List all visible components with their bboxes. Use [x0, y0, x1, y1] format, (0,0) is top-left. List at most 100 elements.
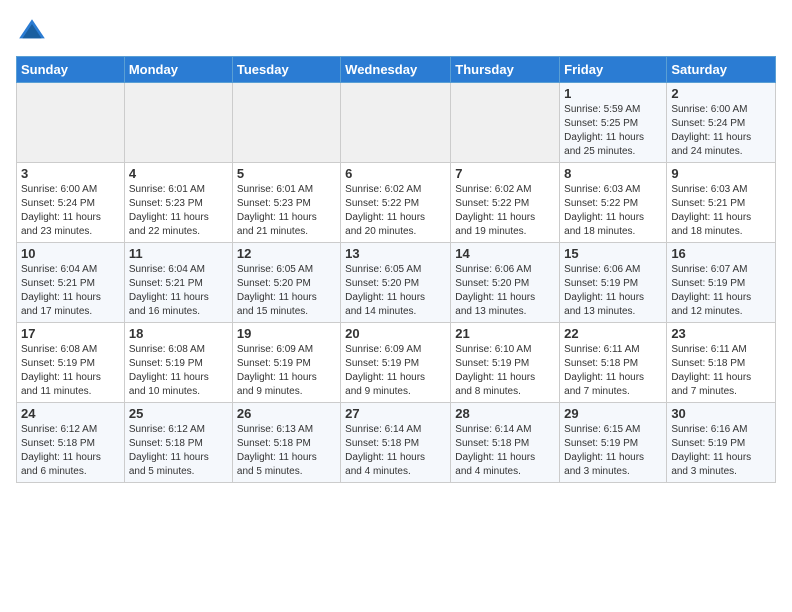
day-number: 3	[21, 166, 120, 181]
calendar-cell: 18 Sunrise: 6:08 AM Sunset: 5:19 PM Dayli…	[124, 323, 232, 403]
day-number: 23	[671, 326, 771, 341]
day-number: 10	[21, 246, 120, 261]
calendar-cell: 15 Sunrise: 6:06 AM Sunset: 5:19 PM Dayli…	[560, 243, 667, 323]
day-number: 2	[671, 86, 771, 101]
day-number: 27	[345, 406, 446, 421]
calendar-week-1: 1Sunrise: 5:59 AM Sunset: 5:25 PM Daylig…	[17, 83, 776, 163]
day-number: 21	[455, 326, 555, 341]
calendar-cell: 12 Sunrise: 6:05 AM Sunset: 5:20 PM Dayli…	[232, 243, 340, 323]
day-number: 24	[21, 406, 120, 421]
day-number: 11	[129, 246, 228, 261]
calendar-cell: 2 Sunrise: 6:00 AM Sunset: 5:24 PM Daylig…	[667, 83, 776, 163]
day-info: Sunrise: 6:02 AM Sunset: 5:22 PM Dayligh…	[455, 183, 555, 239]
calendar-cell: 17Sunrise: 6:08 AM Sunset: 5:19 PM Dayli…	[17, 323, 125, 403]
calendar-cell: 24Sunrise: 6:12 AM Sunset: 5:18 PM Dayli…	[17, 403, 125, 483]
day-number: 5	[237, 166, 336, 181]
calendar-cell: 23 Sunrise: 6:11 AM Sunset: 5:18 PM Dayli…	[667, 323, 776, 403]
calendar-cell	[17, 83, 125, 163]
day-info: Sunrise: 6:13 AM Sunset: 5:18 PM Dayligh…	[237, 423, 336, 479]
day-info: Sunrise: 6:15 AM Sunset: 5:19 PM Dayligh…	[564, 423, 662, 479]
calendar-cell: 6 Sunrise: 6:02 AM Sunset: 5:22 PM Daylig…	[341, 163, 451, 243]
day-number: 9	[671, 166, 771, 181]
day-info: Sunrise: 6:05 AM Sunset: 5:20 PM Dayligh…	[237, 263, 336, 319]
day-info: Sunrise: 6:08 AM Sunset: 5:19 PM Dayligh…	[129, 343, 228, 399]
day-info: Sunrise: 6:02 AM Sunset: 5:22 PM Dayligh…	[345, 183, 446, 239]
calendar-cell: 16 Sunrise: 6:07 AM Sunset: 5:19 PM Dayli…	[667, 243, 776, 323]
day-number: 18	[129, 326, 228, 341]
calendar-cell: 22 Sunrise: 6:11 AM Sunset: 5:18 PM Dayli…	[560, 323, 667, 403]
day-info: Sunrise: 6:00 AM Sunset: 5:24 PM Dayligh…	[671, 103, 771, 159]
day-number: 30	[671, 406, 771, 421]
header-saturday: Saturday	[667, 57, 776, 83]
day-number: 15	[564, 246, 662, 261]
day-number: 20	[345, 326, 446, 341]
day-number: 1	[564, 86, 662, 101]
logo-icon	[16, 16, 48, 48]
day-number: 29	[564, 406, 662, 421]
day-info: Sunrise: 6:11 AM Sunset: 5:18 PM Dayligh…	[671, 343, 771, 399]
day-info: Sunrise: 6:11 AM Sunset: 5:18 PM Dayligh…	[564, 343, 662, 399]
day-info: Sunrise: 6:04 AM Sunset: 5:21 PM Dayligh…	[21, 263, 120, 319]
page-header	[16, 16, 776, 48]
calendar-cell: 29 Sunrise: 6:15 AM Sunset: 5:19 PM Dayli…	[560, 403, 667, 483]
day-number: 8	[564, 166, 662, 181]
day-number: 19	[237, 326, 336, 341]
logo	[16, 16, 52, 48]
calendar-cell: 26Sunrise: 6:13 AM Sunset: 5:18 PM Dayli…	[232, 403, 340, 483]
calendar-cell: 30Sunrise: 6:16 AM Sunset: 5:19 PM Dayli…	[667, 403, 776, 483]
calendar-week-2: 3 Sunrise: 6:00 AM Sunset: 5:24 PM Daylig…	[17, 163, 776, 243]
calendar-cell: 8 Sunrise: 6:03 AM Sunset: 5:22 PM Daylig…	[560, 163, 667, 243]
header-monday: Monday	[124, 57, 232, 83]
day-number: 4	[129, 166, 228, 181]
day-info: Sunrise: 6:09 AM Sunset: 5:19 PM Dayligh…	[345, 343, 446, 399]
calendar-week-3: 10 Sunrise: 6:04 AM Sunset: 5:21 PM Dayli…	[17, 243, 776, 323]
day-info: Sunrise: 6:05 AM Sunset: 5:20 PM Dayligh…	[345, 263, 446, 319]
calendar-cell: 20 Sunrise: 6:09 AM Sunset: 5:19 PM Dayli…	[341, 323, 451, 403]
calendar-table: SundayMondayTuesdayWednesdayThursdayFrid…	[16, 56, 776, 483]
day-number: 17	[21, 326, 120, 341]
calendar-cell: 21 Sunrise: 6:10 AM Sunset: 5:19 PM Dayli…	[451, 323, 560, 403]
calendar-header-row: SundayMondayTuesdayWednesdayThursdayFrid…	[17, 57, 776, 83]
day-number: 14	[455, 246, 555, 261]
day-info: Sunrise: 6:14 AM Sunset: 5:18 PM Dayligh…	[455, 423, 555, 479]
calendar-cell: 10 Sunrise: 6:04 AM Sunset: 5:21 PM Dayli…	[17, 243, 125, 323]
day-number: 6	[345, 166, 446, 181]
day-info: Sunrise: 6:12 AM Sunset: 5:18 PM Dayligh…	[129, 423, 228, 479]
header-wednesday: Wednesday	[341, 57, 451, 83]
day-info: Sunrise: 6:00 AM Sunset: 5:24 PM Dayligh…	[21, 183, 120, 239]
day-number: 7	[455, 166, 555, 181]
header-tuesday: Tuesday	[232, 57, 340, 83]
calendar-cell: 3 Sunrise: 6:00 AM Sunset: 5:24 PM Daylig…	[17, 163, 125, 243]
day-info: Sunrise: 6:06 AM Sunset: 5:19 PM Dayligh…	[564, 263, 662, 319]
calendar-cell: 5 Sunrise: 6:01 AM Sunset: 5:23 PM Daylig…	[232, 163, 340, 243]
day-number: 22	[564, 326, 662, 341]
header-thursday: Thursday	[451, 57, 560, 83]
calendar-cell: 7 Sunrise: 6:02 AM Sunset: 5:22 PM Daylig…	[451, 163, 560, 243]
calendar-cell: 27 Sunrise: 6:14 AM Sunset: 5:18 PM Dayli…	[341, 403, 451, 483]
day-info: Sunrise: 6:03 AM Sunset: 5:21 PM Dayligh…	[671, 183, 771, 239]
header-sunday: Sunday	[17, 57, 125, 83]
calendar-cell: 11 Sunrise: 6:04 AM Sunset: 5:21 PM Dayli…	[124, 243, 232, 323]
calendar-cell: 25Sunrise: 6:12 AM Sunset: 5:18 PM Dayli…	[124, 403, 232, 483]
calendar-cell: 9 Sunrise: 6:03 AM Sunset: 5:21 PM Daylig…	[667, 163, 776, 243]
day-info: Sunrise: 6:04 AM Sunset: 5:21 PM Dayligh…	[129, 263, 228, 319]
calendar-week-5: 24 Sunrise: 6:12 AM Sunset: 5:18 PM Dayli…	[17, 403, 776, 483]
calendar-cell: 13 Sunrise: 6:05 AM Sunset: 5:20 PM Dayli…	[341, 243, 451, 323]
day-info: Sunrise: 6:01 AM Sunset: 5:23 PM Dayligh…	[129, 183, 228, 239]
day-info: Sunrise: 6:07 AM Sunset: 5:19 PM Dayligh…	[671, 263, 771, 319]
day-number: 13	[345, 246, 446, 261]
calendar-cell: 14Sunrise: 6:06 AM Sunset: 5:20 PM Dayli…	[451, 243, 560, 323]
day-info: Sunrise: 6:09 AM Sunset: 5:19 PM Dayligh…	[237, 343, 336, 399]
calendar-cell	[232, 83, 340, 163]
calendar-cell	[124, 83, 232, 163]
day-number: 12	[237, 246, 336, 261]
calendar-cell: 1Sunrise: 5:59 AM Sunset: 5:25 PM Daylig…	[560, 83, 667, 163]
calendar-week-4: 17 Sunrise: 6:08 AM Sunset: 5:19 PM Dayli…	[17, 323, 776, 403]
day-info: Sunrise: 6:14 AM Sunset: 5:18 PM Dayligh…	[345, 423, 446, 479]
day-info: Sunrise: 6:10 AM Sunset: 5:19 PM Dayligh…	[455, 343, 555, 399]
day-info: Sunrise: 6:01 AM Sunset: 5:23 PM Dayligh…	[237, 183, 336, 239]
calendar-cell	[341, 83, 451, 163]
day-number: 16	[671, 246, 771, 261]
day-number: 28	[455, 406, 555, 421]
day-info: Sunrise: 6:03 AM Sunset: 5:22 PM Dayligh…	[564, 183, 662, 239]
